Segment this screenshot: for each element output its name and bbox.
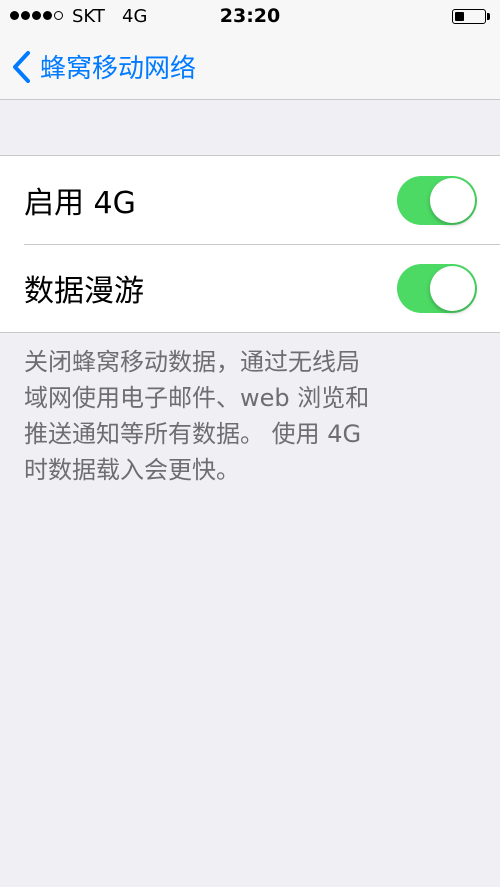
battery-nub bbox=[487, 13, 490, 20]
setting-row-enable-4g: 启用 4G bbox=[0, 156, 500, 244]
setting-row-data-roaming: 数据漫游 bbox=[0, 244, 500, 332]
status-time: 23:20 bbox=[219, 5, 281, 27]
battery-icon bbox=[452, 9, 486, 24]
data-roaming-toggle[interactable] bbox=[397, 264, 477, 313]
navigation-bar: 蜂窝移动网络 bbox=[0, 34, 500, 100]
status-bar: SKT 4G 23:20 bbox=[0, 0, 500, 34]
toggle-knob bbox=[430, 178, 475, 223]
chevron-left-icon bbox=[13, 50, 30, 83]
back-button-label: 蜂窝移动网络 bbox=[40, 54, 197, 84]
setting-label-enable-4g: 启用 4G bbox=[24, 186, 136, 221]
settings-group: 启用 4G 数据漫游 bbox=[0, 155, 500, 333]
battery-level bbox=[455, 12, 464, 21]
toggle-knob bbox=[430, 266, 475, 311]
enable-4g-toggle[interactable] bbox=[397, 176, 477, 225]
settings-footer-note: 关闭蜂窝移动数据，通过无线局 域网使用电子邮件、web 浏览和 推送通知等所有数… bbox=[24, 348, 370, 484]
back-button[interactable]: 蜂窝移动网络 bbox=[10, 34, 196, 99]
setting-label-data-roaming: 数据漫游 bbox=[24, 274, 144, 309]
